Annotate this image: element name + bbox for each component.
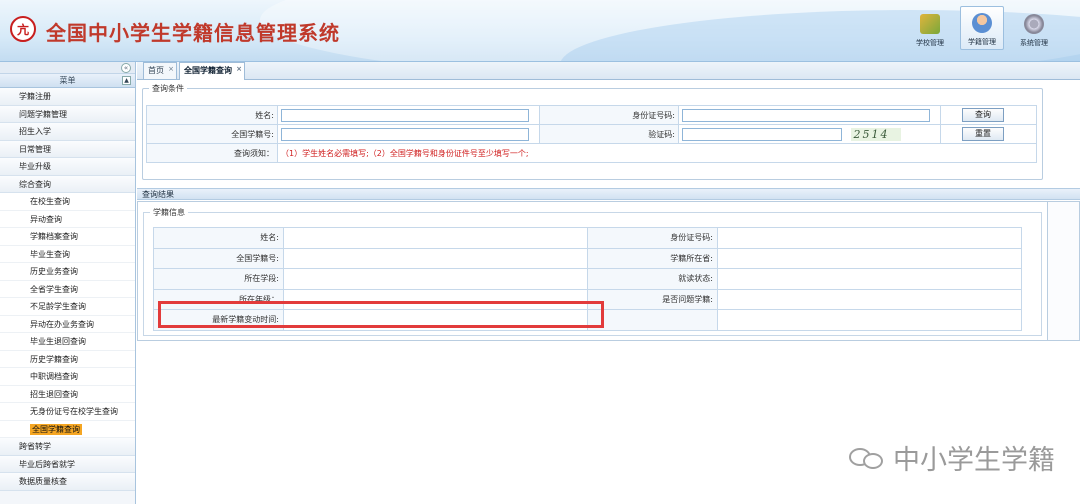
collapse-sidebar-icon[interactable]: «: [121, 63, 131, 73]
collapse-menu-icon[interactable]: ▲: [122, 76, 131, 85]
query-notice: （1）学生姓名必需填写;（2）全国学籍号和身份证件号至少填写一个;: [277, 143, 1037, 163]
student-info-box: 学籍信息 姓名: 身份证号码: 全国学籍号: 学籍所在省: 所在学段: 就读状态…: [143, 207, 1042, 336]
result-label: 姓名:: [153, 227, 284, 249]
nav-label: 学校管理: [916, 39, 944, 47]
sidebar-subitem[interactable]: 全省学生查询: [0, 280, 135, 298]
sidebar-subitem[interactable]: 历史学籍查询: [0, 350, 135, 368]
query-form: 查询条件 姓名: 身份证号码: 查询 全国学籍号: 验证码: 2514 重置 查…: [142, 83, 1043, 180]
sidebar-item[interactable]: 毕业后跨省就学: [0, 455, 135, 473]
app-header: 亢 全国中小学生学籍信息管理系统 学校管理 学籍管理 系统管理: [0, 0, 1080, 62]
sidebar: « 菜单 ▲ 学籍注册 问题学籍管理 招生入学 日常管理 毕业升级 综合查询 在…: [0, 62, 136, 504]
close-tab-icon[interactable]: ×: [236, 62, 242, 77]
gear-icon: [1024, 14, 1044, 34]
nav-student-management[interactable]: 学籍管理: [960, 6, 1004, 50]
wechat-icon: [849, 445, 887, 471]
result-value: [717, 288, 1022, 310]
result-label: 是否问题学籍:: [587, 288, 718, 310]
result-value: [717, 268, 1022, 290]
sidebar-item[interactable]: 招生入学: [0, 123, 135, 141]
sidebar-subitem[interactable]: 历史业务查询: [0, 263, 135, 281]
tab-home[interactable]: 首页 ×: [143, 62, 177, 79]
captcha-image[interactable]: 2514: [850, 127, 901, 141]
notice-label: 查询须知：: [146, 143, 278, 163]
result-label: 就读状态:: [587, 268, 718, 290]
result-value: [717, 247, 1022, 269]
school-icon: [920, 14, 940, 34]
sidebar-item[interactable]: 数据质量核查: [0, 473, 135, 491]
id-label: 身份证号码:: [539, 105, 679, 125]
sidebar-item[interactable]: 问题学籍管理: [0, 105, 135, 123]
sidebar-subitem[interactable]: 不足龄学生查询: [0, 298, 135, 316]
result-value: [283, 247, 588, 269]
sidebar-item-comprehensive-query[interactable]: 综合查询: [0, 175, 135, 193]
info-legend: 学籍信息: [150, 207, 188, 218]
name-input[interactable]: [281, 108, 529, 122]
query-legend: 查询条件: [149, 83, 187, 94]
sidebar-item[interactable]: 毕业升级: [0, 158, 135, 176]
tab-label: 首页: [148, 66, 164, 75]
name-label: 姓名:: [146, 105, 278, 125]
captcha-label: 验证码:: [539, 124, 679, 144]
main-content: 首页 × 全国学籍查询 × 查询条件 姓名: 身份证号码: 查询 全国学籍号: …: [137, 62, 1080, 504]
sidebar-subitem[interactable]: 毕业生退回查询: [0, 333, 135, 351]
search-cell: 查询: [940, 105, 1037, 125]
nav-label: 系统管理: [1020, 39, 1048, 47]
result-value: [717, 227, 1022, 249]
query-table: 姓名: 身份证号码: 查询 全国学籍号: 验证码: 2514 重置 查询须知： …: [146, 105, 1037, 163]
id-cell: [678, 105, 941, 125]
sidebar-subitem[interactable]: 在校生查询: [0, 193, 135, 211]
result-value: [283, 268, 588, 290]
sidebar-toolbar: «: [0, 62, 135, 74]
menu-title: 菜单: [59, 76, 76, 85]
sidebar-subitem[interactable]: 无身份证号在校学生查询: [0, 403, 135, 421]
tab-label: 全国学籍查询: [184, 66, 232, 75]
result-side-panel: [1048, 201, 1080, 341]
captcha-cell: 2514: [678, 124, 941, 144]
nav-label: 学籍管理: [968, 38, 996, 46]
result-label: 全国学籍号:: [153, 247, 284, 269]
sidebar-item[interactable]: 日常管理: [0, 140, 135, 158]
result-label: 学籍所在省:: [587, 247, 718, 269]
close-tab-icon[interactable]: ×: [168, 62, 174, 77]
top-nav: 学校管理 学籍管理 系统管理: [908, 6, 1056, 50]
student-no-cell: [277, 124, 540, 144]
id-number-input[interactable]: [682, 108, 930, 122]
reset-cell: 重置: [940, 124, 1037, 144]
result-label: 身份证号码:: [587, 227, 718, 249]
nav-system-management[interactable]: 系统管理: [1012, 6, 1056, 50]
grade-highlight-annotation: [158, 301, 604, 328]
watermark: 中小学生学籍: [849, 438, 1055, 477]
user-icon: [972, 13, 992, 33]
name-cell: [277, 105, 540, 125]
result-panel: 学籍信息 姓名: 身份证号码: 全国学籍号: 学籍所在省: 所在学段: 就读状态…: [137, 201, 1048, 341]
student-no-label: 全国学籍号:: [146, 124, 278, 144]
sidebar-subitem-active[interactable]: 全国学籍查询: [0, 420, 135, 438]
tab-national-query[interactable]: 全国学籍查询 ×: [179, 62, 245, 80]
app-title: 全国中小学生学籍信息管理系统: [46, 21, 340, 45]
nav-school-management[interactable]: 学校管理: [908, 6, 952, 50]
reset-button[interactable]: 重置: [962, 127, 1004, 141]
sidebar-item[interactable]: 学籍注册: [0, 88, 135, 106]
result-label: 所在学段:: [153, 268, 284, 290]
result-value: [283, 227, 588, 249]
watermark-text: 中小学生学籍: [893, 445, 1055, 476]
sidebar-subitem[interactable]: 学籍档案查询: [0, 228, 135, 246]
sidebar-subitem[interactable]: 中职调档查询: [0, 368, 135, 386]
app-logo-icon: 亢: [10, 16, 36, 42]
tab-bar: 首页 × 全国学籍查询 ×: [137, 62, 1080, 80]
result-value: [717, 309, 1022, 331]
active-subitem-label: 全国学籍查询: [30, 423, 82, 435]
captcha-input[interactable]: [682, 127, 842, 141]
sidebar-subitem[interactable]: 异动查询: [0, 210, 135, 228]
sidebar-subitem[interactable]: 招生退回查询: [0, 385, 135, 403]
result-title-bar: 查询结果: [137, 188, 1080, 200]
search-button[interactable]: 查询: [962, 108, 1004, 122]
sidebar-item[interactable]: 跨省转学: [0, 438, 135, 456]
student-number-input[interactable]: [281, 127, 529, 141]
sidebar-subitem[interactable]: 异动在办业务查询: [0, 315, 135, 333]
menu-header: 菜单 ▲: [0, 74, 135, 88]
result-label: [587, 309, 718, 331]
sidebar-subitem[interactable]: 毕业生查询: [0, 245, 135, 263]
